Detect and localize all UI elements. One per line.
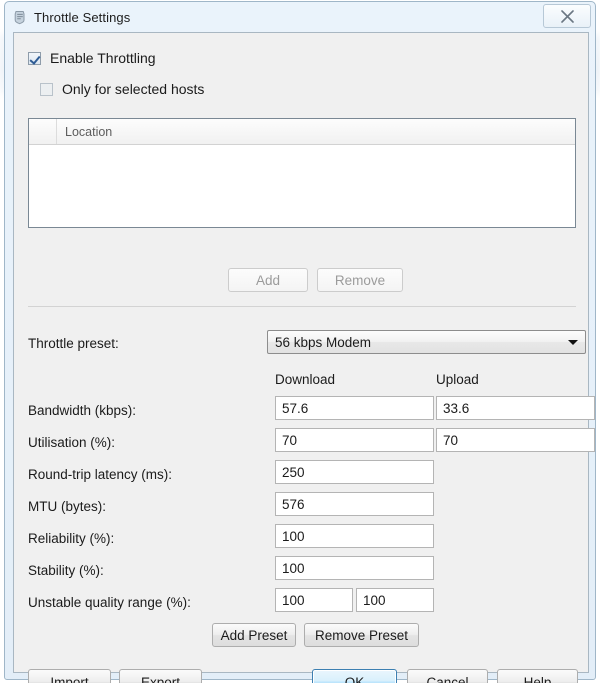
- screenshot-root: Throttle Settings Enable Throttling Only…: [0, 0, 600, 683]
- throttle-preset-label: Throttle preset:: [28, 336, 119, 351]
- latency-label: Round-trip latency (ms):: [28, 467, 172, 482]
- enable-throttling-label: Enable Throttling: [50, 50, 156, 66]
- ok-button[interactable]: OK: [312, 669, 397, 683]
- hosts-table[interactable]: Location: [28, 118, 576, 228]
- section-divider: [28, 306, 576, 307]
- cancel-button[interactable]: Cancel: [407, 669, 488, 683]
- title-bar[interactable]: Throttle Settings: [5, 2, 595, 32]
- throttle-preset-value: 56 kbps Modem: [268, 335, 561, 350]
- download-column-header: Download: [275, 372, 335, 387]
- reliability-label: Reliability (%):: [28, 531, 114, 546]
- add-host-button[interactable]: Add: [228, 268, 308, 292]
- bandwidth-upload-input[interactable]: 33.6: [436, 396, 595, 420]
- hosts-table-header: Location: [29, 119, 575, 145]
- dialog-client-area: Enable Throttling Only for selected host…: [13, 32, 589, 673]
- close-icon: [560, 10, 575, 23]
- close-button[interactable]: [543, 4, 591, 28]
- upload-column-header: Upload: [436, 372, 479, 387]
- throttle-preset-select[interactable]: 56 kbps Modem: [267, 330, 586, 354]
- app-icon: [12, 9, 28, 25]
- utilisation-download-input[interactable]: 70: [275, 428, 434, 452]
- help-button[interactable]: Help: [497, 669, 578, 683]
- reliability-input[interactable]: 100: [275, 524, 434, 548]
- stability-label: Stability (%):: [28, 563, 104, 578]
- enable-throttling-checkbox-row[interactable]: Enable Throttling: [28, 50, 156, 66]
- mtu-input[interactable]: 576: [275, 492, 434, 516]
- remove-host-button[interactable]: Remove: [317, 268, 403, 292]
- utilisation-upload-input[interactable]: 70: [436, 428, 595, 452]
- hosts-table-body[interactable]: [29, 145, 575, 228]
- chevron-down-icon: [561, 340, 585, 345]
- only-selected-hosts-checkbox[interactable]: [40, 83, 53, 96]
- only-selected-hosts-label: Only for selected hosts: [62, 81, 204, 97]
- unstable-quality-range-max-input[interactable]: 100: [356, 588, 434, 612]
- import-button[interactable]: Import: [28, 669, 111, 683]
- export-button[interactable]: Export: [119, 669, 202, 683]
- bandwidth-label: Bandwidth (kbps):: [28, 403, 136, 418]
- only-selected-hosts-checkbox-row[interactable]: Only for selected hosts: [40, 81, 204, 97]
- hosts-table-col-location[interactable]: Location: [57, 119, 575, 144]
- window-title: Throttle Settings: [34, 10, 130, 25]
- utilisation-label: Utilisation (%):: [28, 435, 115, 450]
- hosts-table-col-selector[interactable]: [29, 119, 57, 144]
- latency-input[interactable]: 250: [275, 460, 434, 484]
- unstable-quality-range-min-input[interactable]: 100: [275, 588, 353, 612]
- throttle-settings-dialog: Throttle Settings Enable Throttling Only…: [4, 1, 596, 680]
- add-preset-button[interactable]: Add Preset: [212, 623, 296, 647]
- stability-input[interactable]: 100: [275, 556, 434, 580]
- enable-throttling-checkbox[interactable]: [28, 52, 41, 65]
- unstable-quality-range-label: Unstable quality range (%):: [28, 595, 191, 610]
- remove-preset-button[interactable]: Remove Preset: [304, 623, 419, 647]
- bandwidth-download-input[interactable]: 57.6: [275, 396, 434, 420]
- mtu-label: MTU (bytes):: [28, 499, 106, 514]
